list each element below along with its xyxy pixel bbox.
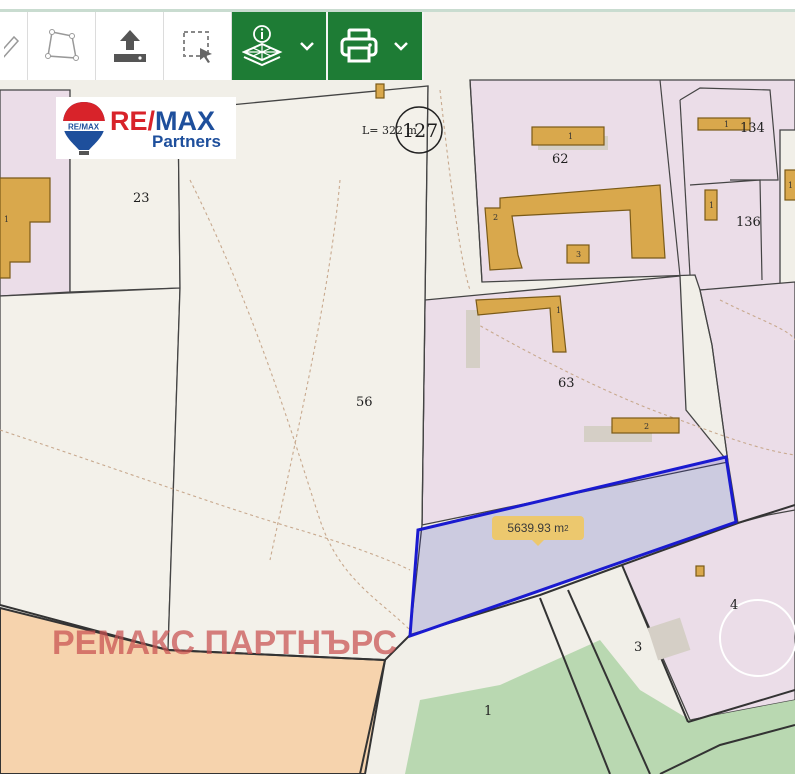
building-number: 1	[709, 201, 714, 210]
line-length-label: L= 322 m	[362, 124, 418, 137]
parcel-label-3: 3	[634, 640, 642, 655]
building-number: 2	[493, 213, 498, 222]
upload-tool[interactable]	[96, 12, 164, 80]
upload-icon	[113, 30, 146, 62]
parcel-label-56: 56	[356, 395, 373, 410]
building-number: 1	[724, 120, 729, 129]
polygon-icon	[44, 29, 79, 61]
chevron-down-icon	[300, 42, 314, 51]
parcel-label-63: 63	[558, 376, 575, 391]
printer-icon	[340, 28, 378, 63]
building-number: 1	[788, 181, 793, 190]
select-area-icon	[182, 31, 212, 63]
parcel-label-62: 62	[552, 152, 569, 167]
parcel-label-134: 134	[740, 121, 765, 136]
area-measurement-tooltip: 5639.93 m2	[492, 516, 584, 546]
pencil-icon	[3, 35, 19, 58]
info-layers-icon	[242, 25, 283, 67]
building-number: 3	[576, 250, 581, 259]
area-measurement-value: 5639.93 m	[507, 521, 565, 535]
draw-polygon-tool[interactable]	[28, 12, 96, 80]
map-toolbar	[0, 12, 426, 80]
building-number: 1	[568, 132, 573, 141]
parcel-label-1: 1	[484, 704, 492, 719]
parcel-label-136: 136	[736, 215, 761, 230]
parcel-label-4: 4	[730, 598, 738, 613]
parcel-label-23: 23	[133, 191, 150, 206]
area-unit-superscript: 2	[564, 523, 569, 533]
print-menu[interactable]	[328, 12, 424, 80]
balloon-icon: RE/MAX	[63, 102, 105, 155]
building-number: 1	[556, 306, 561, 315]
building-number: 2	[644, 422, 649, 431]
info-layers-menu[interactable]	[232, 12, 328, 80]
building-number: 1	[4, 215, 9, 224]
remax-logo: RE/MAX RE/MAX Partners	[56, 97, 236, 159]
chevron-down-icon	[394, 42, 408, 51]
brand-subtitle: Partners	[152, 132, 221, 151]
top-bar	[0, 0, 795, 12]
select-area-tool[interactable]	[164, 12, 232, 80]
draw-line-tool[interactable]	[0, 12, 28, 80]
svg-text:RE/MAX: RE/MAX	[68, 123, 100, 132]
watermark-text: РЕМАКС ПАРТНЪРС	[52, 624, 398, 662]
